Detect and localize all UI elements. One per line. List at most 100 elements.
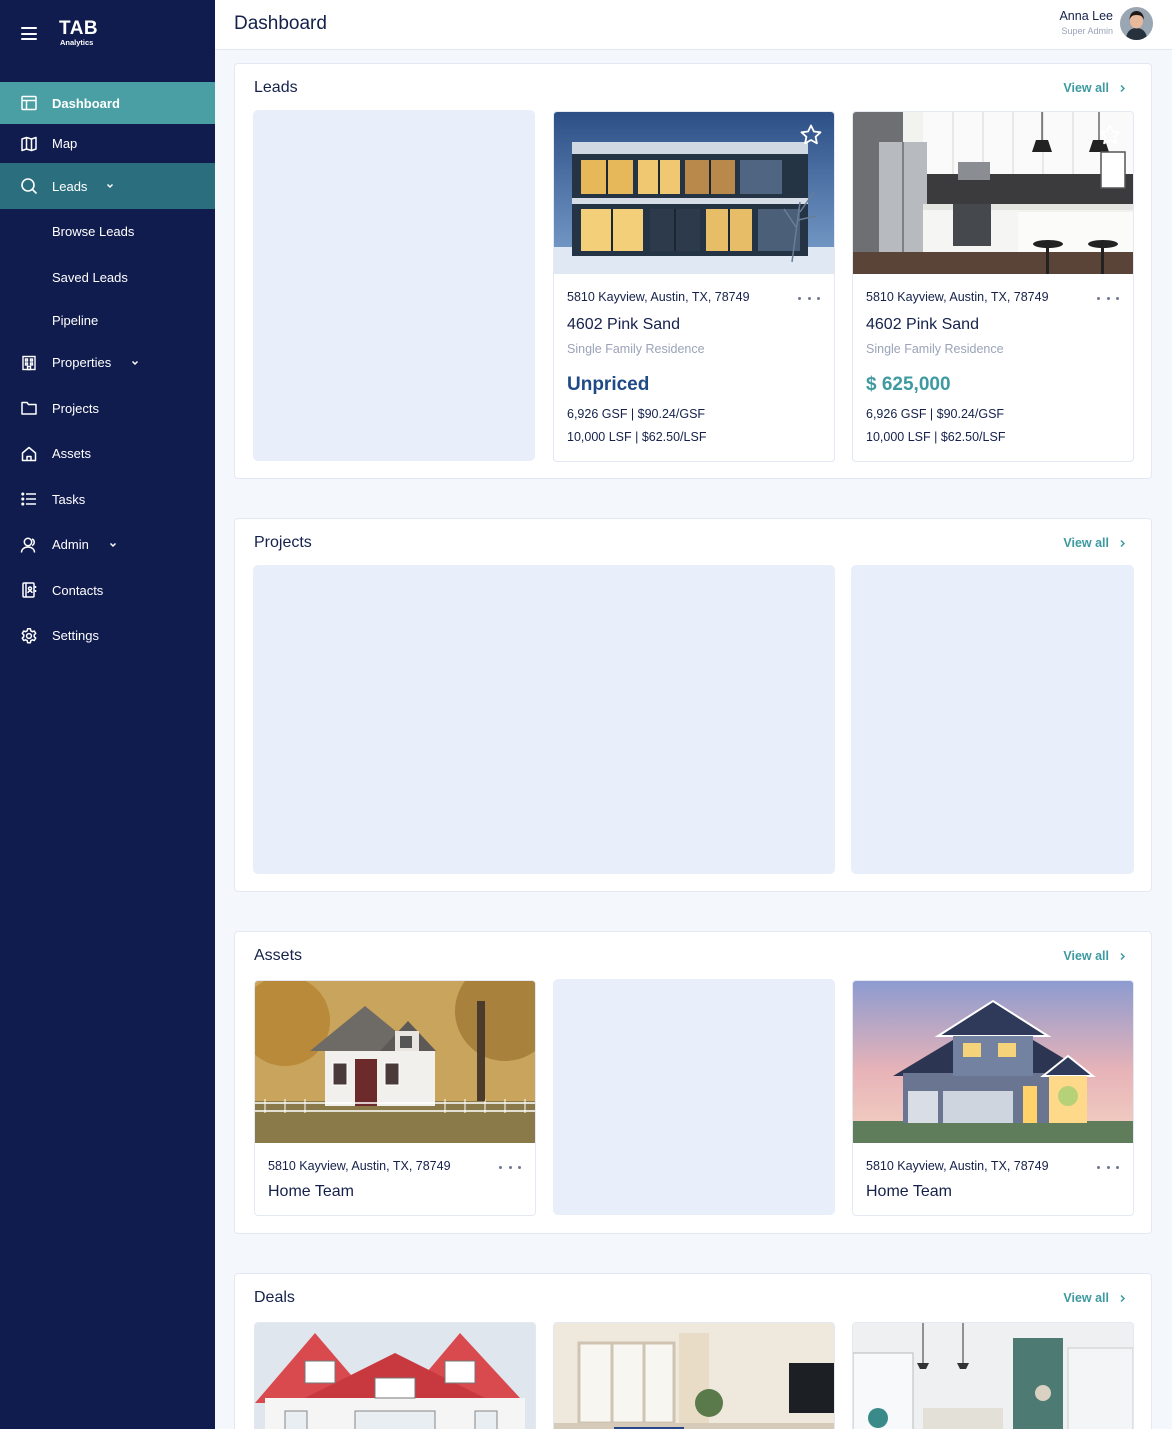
card-gsf: 6,926 GSF | $90.24/GSF bbox=[567, 407, 706, 421]
sidebar-item-label: Tasks bbox=[52, 491, 86, 507]
dashboard-icon bbox=[20, 94, 38, 112]
star-icon[interactable] bbox=[799, 123, 823, 147]
asset-card-placeholder bbox=[553, 979, 835, 1215]
user-menu[interactable]: Anna Lee Super Admin bbox=[1059, 9, 1113, 36]
sidebar-item-projects[interactable]: Projects bbox=[0, 386, 215, 432]
sidebar-nav: Dashboard Map Leads Browse Leads Saved L… bbox=[0, 82, 215, 659]
section-title: Deals bbox=[254, 1289, 295, 1306]
more-options-icon[interactable] bbox=[1097, 297, 1119, 303]
card-name: 4602 Pink Sand bbox=[567, 316, 680, 333]
view-all-link[interactable]: View all bbox=[1063, 81, 1126, 95]
sidebar-item-admin[interactable]: Admin bbox=[0, 522, 215, 568]
search-icon bbox=[20, 177, 38, 195]
view-all-link[interactable]: View all bbox=[1063, 949, 1126, 963]
sidebar-item-label: Projects bbox=[52, 400, 99, 416]
sidebar-item-label: Contacts bbox=[52, 582, 104, 598]
chevron-right-icon bbox=[1120, 952, 1126, 960]
logo-subtext: Analytics bbox=[60, 38, 94, 47]
chevron-right-icon bbox=[1120, 1294, 1126, 1302]
sidebar-item-label: Browse Leads bbox=[52, 224, 135, 240]
view-all-label: View all bbox=[1063, 81, 1109, 95]
more-options-icon[interactable] bbox=[499, 1166, 521, 1172]
sidebar-item-browse-leads[interactable]: Browse Leads bbox=[0, 209, 215, 255]
sidebar-item-tasks[interactable]: Tasks bbox=[0, 477, 215, 523]
asset-card[interactable]: 5810 Kayview, Austin, TX, 78749 Home Tea… bbox=[254, 980, 536, 1216]
property-photo bbox=[255, 981, 535, 1143]
sidebar-item-dashboard[interactable]: Dashboard bbox=[0, 82, 215, 124]
more-options-icon[interactable] bbox=[798, 297, 820, 303]
assets-section: Assets View all 5810 Kayview, Austin, TX bbox=[234, 931, 1152, 1234]
building-icon bbox=[20, 354, 38, 372]
view-all-label: View all bbox=[1063, 949, 1109, 963]
chevron-down-icon bbox=[109, 542, 117, 547]
asset-card[interactable]: 5810 Kayview, Austin, TX, 78749 Home Tea… bbox=[852, 980, 1134, 1216]
card-price: $ 625,000 bbox=[866, 374, 951, 395]
section-title: Projects bbox=[254, 534, 312, 551]
card-address: 5810 Kayview, Austin, TX, 78749 bbox=[567, 290, 750, 304]
page-title: Dashboard bbox=[234, 13, 327, 34]
card-type: Single Family Residence bbox=[567, 342, 705, 356]
section-title: Assets bbox=[254, 947, 303, 964]
sidebar: TAB Analytics Dashboard Map Leads Browse… bbox=[0, 0, 215, 1429]
star-icon[interactable] bbox=[1098, 123, 1122, 147]
deals-section: Deals View all bbox=[234, 1273, 1152, 1429]
property-photo bbox=[554, 112, 834, 274]
card-gsf: 6,926 GSF | $90.24/GSF bbox=[866, 407, 1005, 421]
lead-card-placeholder bbox=[253, 110, 535, 461]
view-all-label: View all bbox=[1063, 1291, 1109, 1305]
project-card-placeholder bbox=[851, 565, 1134, 874]
user-name: Anna Lee bbox=[1059, 9, 1113, 23]
app-logo[interactable]: TAB Analytics bbox=[59, 19, 98, 47]
deal-card[interactable] bbox=[254, 1322, 536, 1429]
chevron-right-icon bbox=[1120, 84, 1126, 92]
home-icon bbox=[20, 445, 38, 463]
card-name: 4602 Pink Sand bbox=[866, 316, 979, 333]
sidebar-item-map[interactable]: Map bbox=[0, 124, 215, 163]
sidebar-item-leads[interactable]: Leads bbox=[0, 163, 215, 209]
user-icon bbox=[20, 536, 38, 554]
property-photo bbox=[255, 1323, 535, 1429]
view-all-link[interactable]: View all bbox=[1063, 1291, 1126, 1305]
property-photo bbox=[554, 1323, 834, 1429]
card-address: 5810 Kayview, Austin, TX, 78749 bbox=[866, 290, 1049, 304]
card-type: Single Family Residence bbox=[866, 342, 1004, 356]
sidebar-item-label: Pipeline bbox=[52, 312, 99, 328]
lead-card[interactable]: 5810 Kayview, Austin, TX, 78749 4602 Pin… bbox=[852, 111, 1134, 462]
sidebar-item-settings[interactable]: Settings bbox=[0, 613, 215, 659]
hamburger-menu-icon[interactable] bbox=[21, 27, 37, 40]
lead-card[interactable]: 5810 Kayview, Austin, TX, 78749 4602 Pin… bbox=[553, 111, 835, 462]
sidebar-item-contacts[interactable]: Contacts bbox=[0, 568, 215, 614]
card-address: 5810 Kayview, Austin, TX, 78749 bbox=[866, 1159, 1049, 1173]
sidebar-item-label: Leads bbox=[52, 178, 88, 194]
project-card-placeholder bbox=[253, 565, 835, 874]
folder-icon bbox=[20, 399, 38, 417]
sidebar-item-assets[interactable]: Assets bbox=[0, 431, 215, 477]
logo-text: TAB bbox=[59, 18, 99, 39]
list-icon bbox=[20, 490, 38, 508]
property-photo bbox=[853, 112, 1133, 274]
sidebar-item-properties[interactable]: Properties bbox=[0, 340, 215, 386]
view-all-link[interactable]: View all bbox=[1063, 536, 1126, 550]
deal-card[interactable] bbox=[852, 1322, 1134, 1429]
sidebar-item-pipeline[interactable]: Pipeline bbox=[0, 300, 215, 340]
chevron-down-icon bbox=[106, 183, 114, 189]
section-title: Leads bbox=[254, 79, 298, 96]
card-name: Home Team bbox=[268, 1183, 354, 1200]
view-all-label: View all bbox=[1063, 536, 1109, 550]
sidebar-item-label: Admin bbox=[52, 537, 89, 553]
sidebar-item-label: Map bbox=[52, 136, 78, 151]
more-options-icon[interactable] bbox=[1097, 1166, 1119, 1172]
user-role: Super Admin bbox=[1061, 26, 1113, 36]
contacts-icon bbox=[20, 581, 38, 599]
sidebar-item-label: Assets bbox=[52, 446, 92, 462]
card-lsf: 10,000 LSF | $62.50/LSF bbox=[866, 430, 1006, 444]
sidebar-item-saved-leads[interactable]: Saved Leads bbox=[0, 255, 215, 301]
sidebar-item-label: Saved Leads bbox=[52, 269, 128, 285]
deal-card[interactable] bbox=[553, 1322, 835, 1429]
leads-section: Leads View all 5810 Kayview, Austin, TX,… bbox=[234, 63, 1152, 479]
property-photo bbox=[853, 1323, 1133, 1429]
card-name: Home Team bbox=[866, 1183, 952, 1200]
brand: TAB Analytics bbox=[0, 0, 215, 66]
avatar[interactable] bbox=[1120, 7, 1153, 40]
projects-section: Projects View all bbox=[234, 518, 1152, 892]
